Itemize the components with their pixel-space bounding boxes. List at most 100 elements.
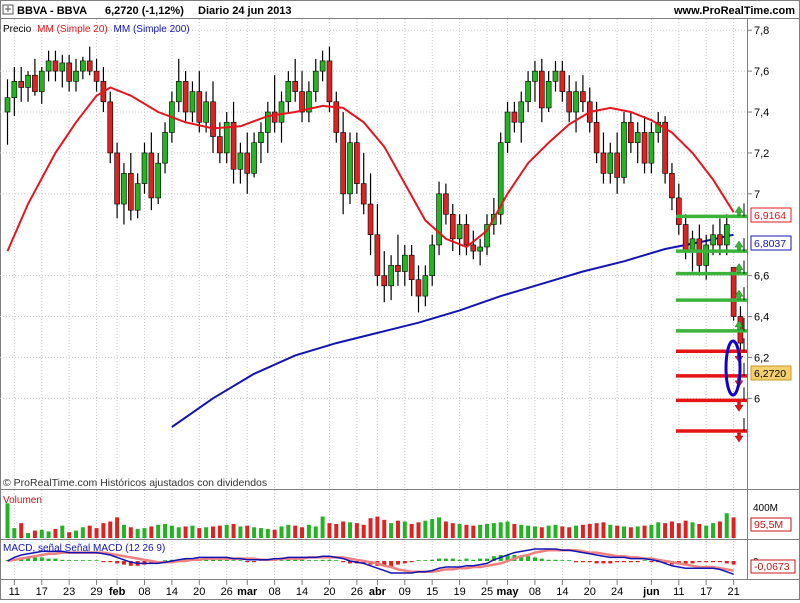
candle-body <box>354 142 360 184</box>
macd-hist-bar <box>532 557 537 561</box>
candle-body <box>559 70 566 92</box>
volume-bar <box>416 522 421 538</box>
volume-bar <box>272 529 277 538</box>
macd-hist-bar <box>587 561 592 563</box>
candle-body <box>189 91 196 113</box>
candle-body <box>580 91 586 103</box>
candle-body <box>395 265 401 272</box>
macd-hist-bar <box>443 558 448 561</box>
volume-bar <box>67 532 72 538</box>
date-tick-label: 29 <box>90 586 102 598</box>
macd-hist-bar <box>217 559 222 561</box>
macd-hist-bar <box>163 560 168 561</box>
volume-bar <box>443 521 448 538</box>
macd-hist-bar <box>395 561 400 565</box>
volume-bar <box>341 521 346 538</box>
candle-body <box>436 193 442 246</box>
volume-tag-value: 95,5M <box>754 519 783 531</box>
macd-hist-bar <box>580 561 585 563</box>
candle-body <box>4 97 11 113</box>
volume-bar <box>423 520 428 538</box>
candle-body <box>66 62 72 82</box>
tag-last-price: 6,2720 <box>750 365 792 381</box>
volume-bar <box>163 523 168 538</box>
volume-bar <box>580 524 585 538</box>
macd-hist-bar <box>293 559 298 561</box>
date-tick-label: 25 <box>481 586 493 598</box>
volume-bar <box>231 523 236 538</box>
volume-bar <box>108 521 113 538</box>
volume-bar <box>293 525 298 538</box>
volume-bar <box>711 523 716 538</box>
volume-bar <box>601 522 606 538</box>
macd-hist-bar <box>457 559 462 561</box>
macd-hist-bar <box>560 560 565 561</box>
candle-body <box>134 183 141 211</box>
volume-bar <box>478 524 483 538</box>
date-tick-label: may <box>497 586 520 598</box>
volume-bar <box>361 524 366 538</box>
candle-body <box>511 111 518 123</box>
volume-bar <box>60 525 65 538</box>
macd-hist-bar <box>642 560 647 561</box>
macd-hist-bar <box>313 560 318 561</box>
date-tick-label: 11 <box>9 586 20 598</box>
volume-bar <box>532 526 537 538</box>
volume-bar <box>224 524 229 538</box>
candle-body <box>648 132 655 164</box>
macd-hist-bar <box>46 558 51 561</box>
macd-hist-bar <box>115 561 120 564</box>
volume-bar <box>12 528 17 538</box>
candle-body <box>504 111 511 144</box>
candle-body <box>628 121 634 144</box>
candle-body <box>203 101 209 123</box>
volume-bar <box>512 523 517 538</box>
site-url[interactable]: www.ProRealTime.com <box>673 5 795 17</box>
volume-bar <box>656 522 661 538</box>
macd-hist-bar <box>635 561 640 563</box>
volume-bar <box>238 526 243 538</box>
volume-axis-label: 400M <box>753 503 778 514</box>
volume-bar <box>348 522 352 538</box>
volume-bar <box>724 513 729 538</box>
candle-body <box>18 81 25 88</box>
candle-body <box>59 62 66 72</box>
macd-hist-bar <box>252 561 257 563</box>
macd-hist-bar <box>60 559 65 561</box>
volume-bar <box>717 521 722 538</box>
macd-hist-bar <box>306 560 311 561</box>
volume-bar <box>87 525 92 538</box>
volume-bar <box>731 517 736 538</box>
legend-mm200: MM (Simple 200) <box>114 24 190 35</box>
macd-hist-bar <box>615 561 620 563</box>
volume-bar <box>19 523 24 538</box>
candle-body <box>175 81 182 103</box>
candle-body <box>244 152 251 174</box>
macd-hist-bar <box>286 559 291 561</box>
volume-bar <box>121 524 126 538</box>
candle-body <box>73 70 79 82</box>
macd-hist-bar <box>649 561 654 563</box>
macd-tag-value: -0,0673 <box>754 561 790 573</box>
price-tick-label: 7 <box>754 189 760 201</box>
volume-bar <box>5 503 10 538</box>
candle-body <box>107 101 114 154</box>
timeframe-date: Diario 24 jun 2013 <box>198 5 292 17</box>
volume-bar <box>258 528 263 538</box>
date-tick-label: 14 <box>166 586 178 598</box>
volume-bar <box>39 529 44 538</box>
candle-body <box>299 91 305 113</box>
macd-hist-bar <box>245 561 250 563</box>
candle-body <box>682 224 689 252</box>
volume-label: Volumen <box>3 495 42 506</box>
tag-mm200: 6,8037 <box>750 235 792 251</box>
candle-body <box>312 70 319 92</box>
macd-hist-bar <box>485 558 489 561</box>
candle-body <box>210 101 216 137</box>
candle-body <box>415 279 422 297</box>
volume-bar <box>437 517 442 538</box>
macd-hist-bar <box>108 561 113 563</box>
candle-body <box>367 203 374 236</box>
candle-body <box>128 173 134 211</box>
candle-body <box>38 70 45 92</box>
